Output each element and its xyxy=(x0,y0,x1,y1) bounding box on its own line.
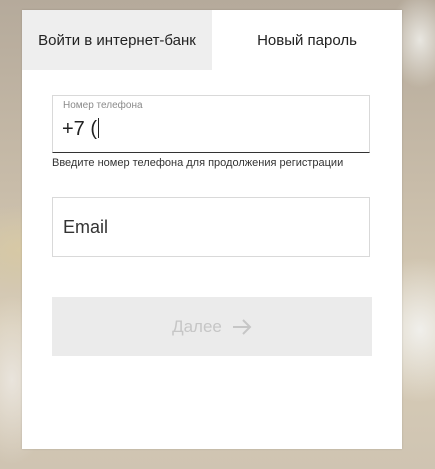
text-cursor xyxy=(98,118,100,138)
registration-card: Войти в интернет-банк Новый пароль Номер… xyxy=(22,10,402,449)
tab-new-password[interactable]: Новый пароль xyxy=(212,10,402,70)
phone-field[interactable]: Номер телефона +7 ( xyxy=(52,95,370,153)
tab-internet-bank-login[interactable]: Войти в интернет-банк xyxy=(22,10,212,70)
phone-field-value[interactable]: +7 ( xyxy=(62,118,100,141)
tab-bar: Войти в интернет-банк Новый пароль xyxy=(22,10,402,70)
phone-field-label: Номер телефона xyxy=(63,100,143,111)
next-button[interactable]: Далее xyxy=(52,297,372,356)
phone-input-text: +7 ( xyxy=(62,118,98,140)
email-input[interactable] xyxy=(53,198,369,256)
phone-hint: Введите номер телефона для продолжения р… xyxy=(52,157,344,169)
arrow-right-icon xyxy=(232,318,252,335)
next-button-label: Далее xyxy=(172,316,222,336)
email-field[interactable] xyxy=(52,197,370,257)
